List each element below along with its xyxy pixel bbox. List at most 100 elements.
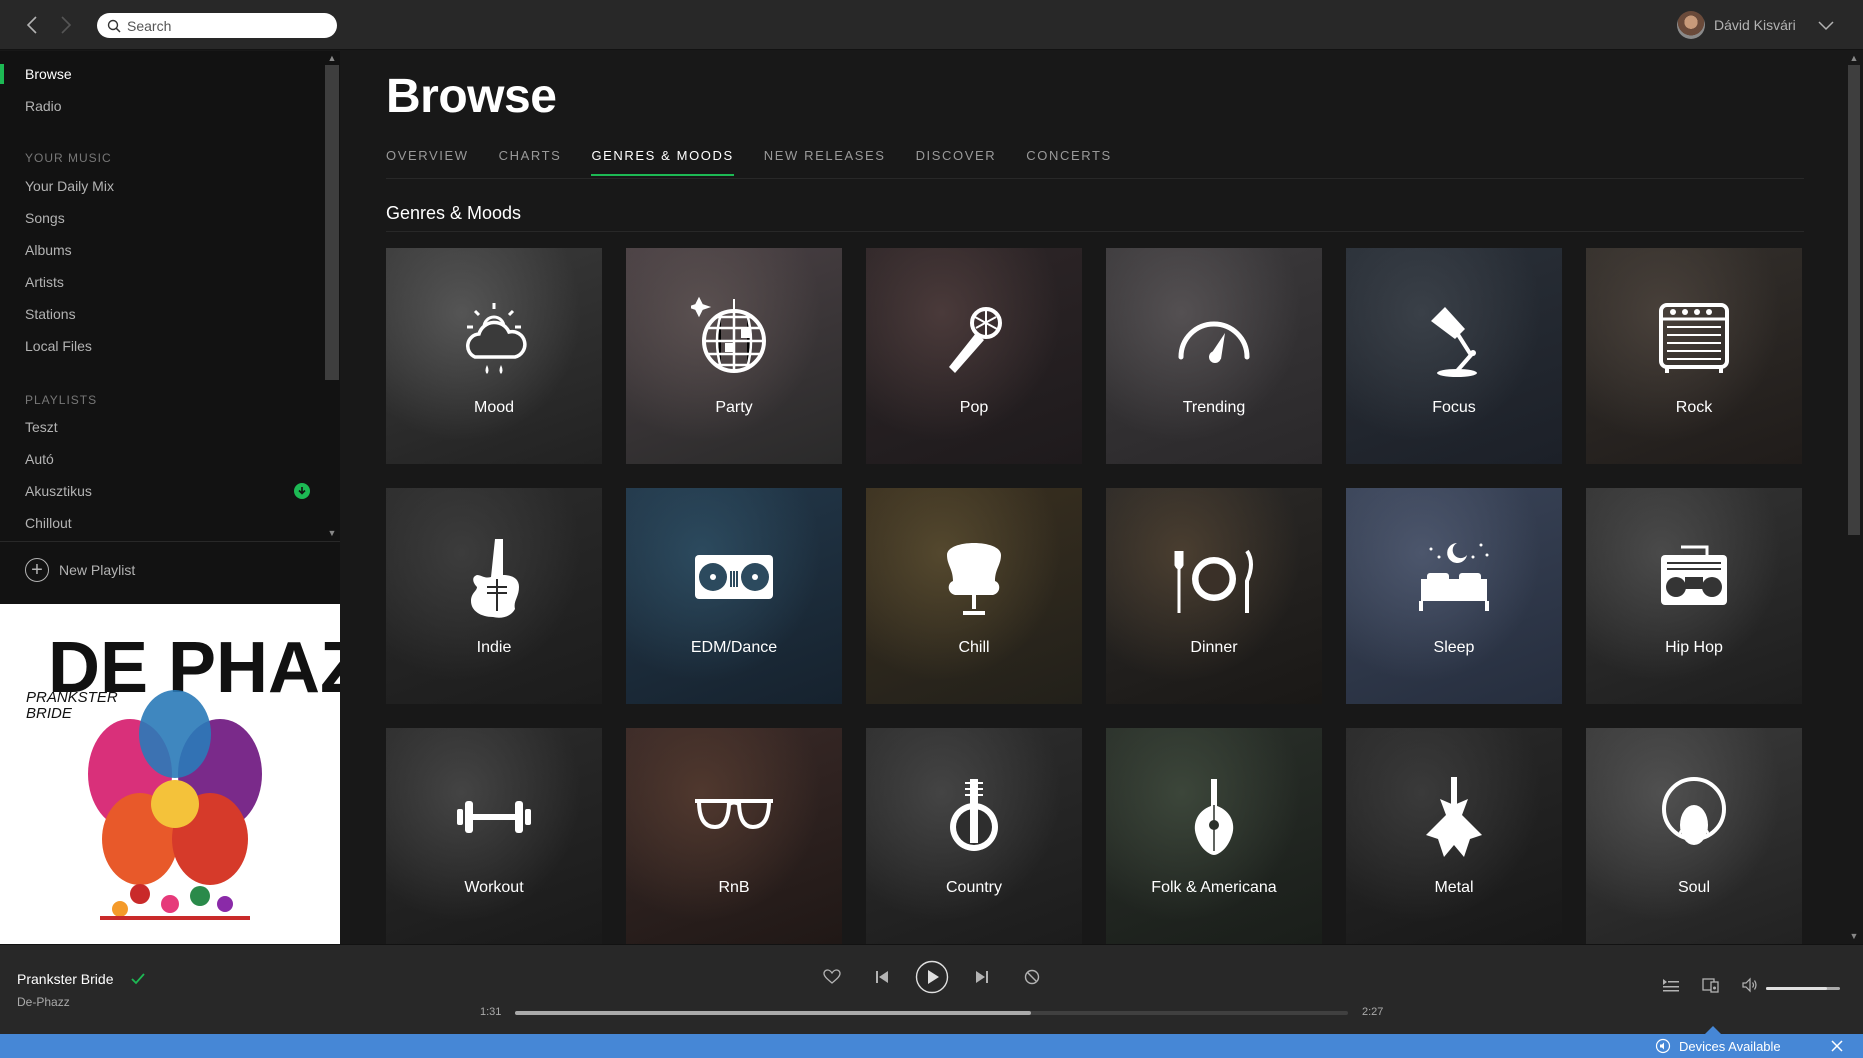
avatar[interactable] <box>1677 11 1705 39</box>
genre-tile-indie[interactable]: Indie <box>386 488 602 704</box>
genre-tile-chill[interactable]: Chill <box>866 488 1082 704</box>
search-input[interactable] <box>127 17 327 34</box>
genre-tile-edm-dance[interactable]: EDM/Dance <box>626 488 842 704</box>
scroll-up-icon[interactable]: ▲ <box>326 53 338 63</box>
previous-button[interactable] <box>873 967 891 987</box>
progress-bar[interactable] <box>515 1011 1348 1015</box>
genre-tile-soul[interactable]: Soul <box>1586 728 1802 944</box>
browse-tabs: OVERVIEW CHARTS GENRES & MOODS NEW RELEA… <box>386 148 1142 178</box>
boombox-icon <box>1644 536 1744 620</box>
genre-tile-hip-hop[interactable]: Hip Hop <box>1586 488 1802 704</box>
genre-tile-focus[interactable]: Focus <box>1346 248 1562 464</box>
user-menu[interactable]: Dávid Kisvári <box>1677 11 1796 39</box>
genre-tile-metal[interactable]: Metal <box>1346 728 1562 944</box>
genre-tile-dinner[interactable]: Dinner <box>1106 488 1322 704</box>
chevron-left-icon <box>26 16 37 34</box>
elapsed-time: 1:31 <box>480 1006 502 1018</box>
search-box[interactable] <box>97 13 337 38</box>
album-art[interactable]: DE PHAZZ PRANKSTER BRIDE <box>0 604 340 944</box>
tab-new-releases[interactable]: NEW RELEASES <box>764 148 886 178</box>
track-title[interactable]: Prankster Bride <box>17 971 113 987</box>
new-playlist-button[interactable]: + New Playlist <box>25 558 135 582</box>
block-button[interactable] <box>1022 967 1042 987</box>
volume-fill <box>1766 987 1827 990</box>
volume-slider[interactable] <box>1766 987 1840 990</box>
genre-tile-rock[interactable]: Rock <box>1586 248 1802 464</box>
egg-chair-icon <box>924 536 1024 620</box>
genre-tile-mood[interactable]: Mood <box>386 248 602 464</box>
back-button[interactable] <box>21 13 43 37</box>
play-button[interactable] <box>915 960 949 994</box>
scroll-down-icon[interactable]: ▼ <box>1848 931 1860 941</box>
divider <box>0 541 340 542</box>
sidebar-scrollbar[interactable]: ▲ ▼ <box>324 51 340 542</box>
tab-genres-moods[interactable]: GENRES & MOODS <box>591 148 735 178</box>
genre-label: Hip Hop <box>1665 639 1723 656</box>
devices-available-bar[interactable]: Devices Available <box>0 1026 1863 1058</box>
sidebar-item-stations[interactable]: Stations <box>25 304 76 324</box>
main-scrollbar[interactable]: ▲ ▼ <box>1845 51 1863 944</box>
scroll-thumb[interactable] <box>325 65 339 380</box>
genre-label: Mood <box>473 399 515 416</box>
player-bar: Prankster Bride De-Phazz 1:31 2:27 <box>0 944 1863 1034</box>
total-time: 2:27 <box>1362 1006 1384 1018</box>
sidebar-item-radio[interactable]: Radio <box>25 96 62 116</box>
close-icon[interactable] <box>1829 1038 1845 1054</box>
forward-button[interactable] <box>55 13 77 37</box>
tab-concerts[interactable]: CONCERTS <box>1026 148 1112 178</box>
afro-face-icon <box>1644 776 1744 860</box>
genre-label: Party <box>715 399 753 416</box>
plate-cutlery-icon <box>1164 536 1264 620</box>
playlist-item[interactable]: Autó <box>25 449 54 469</box>
mandolin-icon <box>1164 776 1264 860</box>
devices-label: Devices Available <box>1679 1038 1781 1054</box>
playlist-item[interactable]: Chillout <box>25 513 72 533</box>
genre-tile-workout[interactable]: Workout <box>386 728 602 944</box>
playlist-item[interactable]: Teszt <box>25 417 58 437</box>
scroll-up-icon[interactable]: ▲ <box>1848 53 1860 63</box>
sidebar-item-browse[interactable]: Browse <box>25 64 72 84</box>
genre-label: EDM/Dance <box>690 639 778 656</box>
sidebar-item-local-files[interactable]: Local Files <box>25 336 92 356</box>
divider <box>386 231 1804 232</box>
tab-overview[interactable]: OVERVIEW <box>386 148 469 178</box>
devices-available[interactable]: Devices Available <box>1655 1038 1781 1054</box>
devices-button[interactable] <box>1702 977 1720 993</box>
skip-back-icon <box>876 971 888 983</box>
genre-tile-party[interactable]: Party <box>626 248 842 464</box>
devices-icon <box>1702 978 1719 993</box>
sidebar-item-albums[interactable]: Albums <box>25 240 72 260</box>
check-icon[interactable] <box>130 971 146 987</box>
gauge-icon <box>1164 296 1264 380</box>
sidebar-item-songs[interactable]: Songs <box>25 208 65 228</box>
genre-label: RnB <box>718 879 750 896</box>
scroll-down-icon[interactable]: ▼ <box>326 528 338 538</box>
sidebar-item-daily-mix[interactable]: Your Daily Mix <box>25 176 114 196</box>
genre-tile-country[interactable]: Country <box>866 728 1082 944</box>
genre-tile-trending[interactable]: Trending <box>1106 248 1322 464</box>
sidebar-nav: Browse Radio YOUR MUSIC Your Daily Mix S… <box>0 51 322 542</box>
tab-charts[interactable]: CHARTS <box>499 148 562 178</box>
genre-tile-rnb[interactable]: RnB <box>626 728 842 944</box>
genre-label: Focus <box>1432 399 1476 416</box>
next-button[interactable] <box>973 967 991 987</box>
electric-guitar-icon <box>444 536 544 620</box>
downloaded-icon <box>294 483 310 499</box>
heart-button[interactable] <box>822 967 842 987</box>
sidebar-item-artists[interactable]: Artists <box>25 272 64 292</box>
scroll-thumb[interactable] <box>1848 65 1860 535</box>
caret-up-icon <box>1705 1026 1721 1034</box>
genre-tile-folk-americana[interactable]: Folk & Americana <box>1106 728 1322 944</box>
track-artist[interactable]: De-Phazz <box>17 995 70 1009</box>
playlist-item[interactable]: Akusztikus <box>25 481 92 501</box>
queue-button[interactable] <box>1662 977 1680 993</box>
volume-button[interactable] <box>1741 977 1759 993</box>
tab-discover[interactable]: DISCOVER <box>916 148 997 178</box>
genre-tile-sleep[interactable]: Sleep <box>1346 488 1562 704</box>
genre-label: Indie <box>476 639 512 656</box>
chevron-right-icon <box>61 16 72 34</box>
dumbbell-icon <box>444 776 544 860</box>
user-name[interactable]: Dávid Kisvári <box>1714 17 1796 33</box>
chevron-down-icon[interactable] <box>1817 18 1835 32</box>
genre-tile-pop[interactable]: Pop <box>866 248 1082 464</box>
